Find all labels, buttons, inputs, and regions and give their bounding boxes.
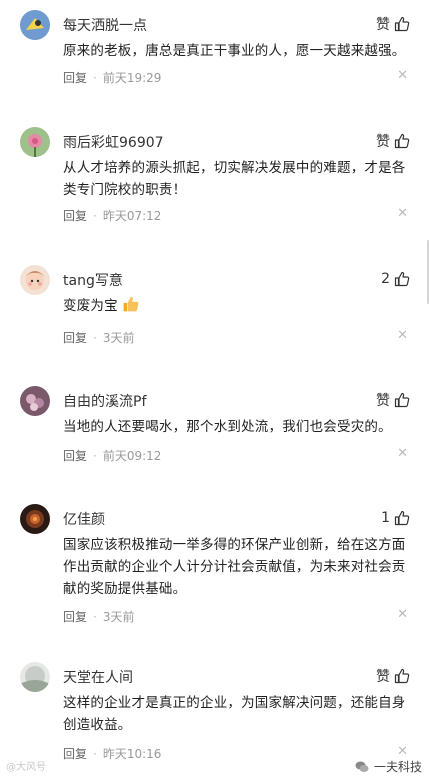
username[interactable]: tang写意 [63,270,123,290]
timestamp: 昨天10:16 [102,747,162,761]
reply-link[interactable]: 回复 [63,207,87,224]
scrollbar[interactable] [427,240,429,304]
like-button[interactable]: 赞 [376,666,410,686]
username[interactable]: 亿佳颜 [63,509,105,529]
timestamp: 前天19:29 [102,71,162,85]
close-icon[interactable]: ✕ [397,328,408,343]
comment-meta: 回复 · 前天19:29 [63,69,161,86]
like-label: 赞 [376,134,390,150]
reply-link[interactable]: 回复 [63,608,87,625]
like-button[interactable]: 2 [381,269,410,289]
reply-link[interactable]: 回复 [63,447,87,464]
like-label: 赞 [376,393,390,409]
thumbs-up-icon [394,271,410,287]
close-icon[interactable]: ✕ [397,744,408,759]
comment-meta: 回复 · 3天前 [63,608,134,625]
comment-text: 当地的人还要喝水，那个水到处流，我们也会受灾的。 [63,419,392,435]
close-icon[interactable]: ✕ [397,607,408,622]
like-button[interactable]: 赞 [376,131,410,151]
like-count: 2 [381,271,390,287]
separator-dot: · [93,330,97,345]
account-watermark: 一夫科技 [355,758,422,775]
like-button[interactable]: 1 [381,508,410,528]
like-button[interactable]: 赞 [376,14,410,34]
close-icon[interactable]: ✕ [397,68,408,83]
thumbs-up-icon [394,133,410,149]
separator-dot: · [93,609,97,624]
thumbs-up-icon [394,510,410,526]
thumbs-up-icon [394,668,410,684]
reply-link[interactable]: 回复 [63,69,87,86]
separator-dot: · [93,208,97,223]
timestamp: 3天前 [102,610,135,624]
comment-text: 变废为宝 [63,295,415,320]
separator-dot: · [93,70,97,85]
avatar[interactable] [20,504,50,534]
avatar[interactable] [20,10,50,40]
comment-meta: 回复 · 昨天07:12 [63,207,161,224]
comment-meta: 回复 · 3天前 [63,329,134,346]
comment-text: 国家应该积极推动一举多得的环保产业创新，给在这方面作出贡献的企业个人计分计社会贡… [63,537,406,597]
comment-meta: 回复 · 昨天10:16 [63,745,161,762]
username[interactable]: 天堂在人间 [63,667,133,687]
avatar[interactable] [20,127,50,157]
reply-link[interactable]: 回复 [63,329,87,346]
comment-meta: 回复 · 前天09:12 [63,447,161,464]
username[interactable]: 雨后彩虹96907 [63,132,164,152]
timestamp: 昨天07:12 [102,209,162,223]
comment-text: 原来的老板，唐总是真正干事业的人，愿一天越来越强。 [63,43,406,59]
comment-text: 这样的企业才是真正的企业，为国家解决问题，还能自身创造收益。 [63,695,406,733]
comment-text: 从人才培养的源头抓起，切实解决发展中的难题，才是各类专门院校的职责！ [63,160,406,198]
avatar[interactable] [20,386,50,416]
like-button[interactable]: 赞 [376,390,410,410]
username[interactable]: 自由的溪流Pf [63,391,146,411]
thumbs-up-icon [394,16,410,32]
avatar[interactable] [20,662,50,692]
close-icon[interactable]: ✕ [397,446,408,461]
separator-dot: · [93,746,97,761]
timestamp: 3天前 [102,331,135,345]
watermark: @大风号 [6,762,46,773]
comment-text-body: 变废为宝 [63,298,118,314]
like-label: 赞 [376,669,390,685]
username[interactable]: 每天洒脱一点 [63,15,147,35]
separator-dot: · [93,448,97,463]
thumbs-up-emoji-icon [122,295,140,320]
avatar[interactable] [20,265,50,295]
like-label: 赞 [376,17,390,33]
reply-link[interactable]: 回复 [63,745,87,762]
timestamp: 前天09:12 [102,449,162,463]
close-icon[interactable]: ✕ [397,206,408,221]
wechat-icon [355,760,369,774]
like-count: 1 [381,510,390,526]
thumbs-up-icon [394,392,410,408]
account-name: 一夫科技 [373,760,422,774]
